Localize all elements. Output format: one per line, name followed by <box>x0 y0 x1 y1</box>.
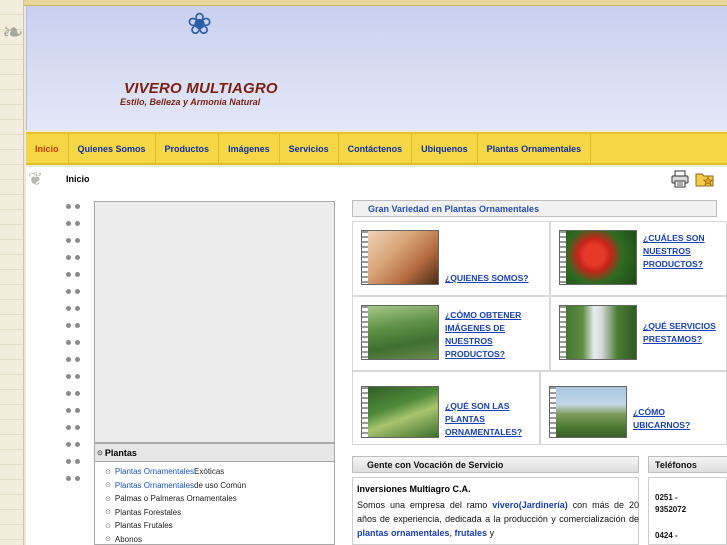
spiral-ring <box>66 356 86 364</box>
woman-photo[interactable] <box>361 230 439 285</box>
phone-panel: 0251 - 9352072 0424 - <box>648 477 727 545</box>
nav-servicios[interactable]: Servicios <box>280 134 339 163</box>
frutales-link[interactable]: frutales <box>455 528 488 538</box>
media-placeholder <box>94 201 335 443</box>
site-header: ❀ VIVERO MULTIAGRO Estilo, Belleza y Arm… <box>26 6 727 130</box>
phone-number-2a: 0424 - <box>655 531 678 540</box>
bullet-icon: ⊙ <box>105 482 111 490</box>
corner-ornament-icon: ❦ <box>28 169 44 190</box>
gente-heading: Gente con Vocación de Servicio <box>352 456 639 473</box>
print-icon[interactable] <box>671 170 689 188</box>
plantas-item[interactable]: ⊙ Plantas Ornamentales de uso Común <box>105 479 334 493</box>
imagenes-link[interactable]: ¿CÓMO OBTENER IMÁGENES DE NUESTROS PRODU… <box>445 309 545 361</box>
spiral-ring <box>66 407 86 415</box>
feature-cell[interactable]: ¿CÓMO OBTENER IMÁGENES DE NUESTROS PRODU… <box>352 296 550 371</box>
fumigation-photo[interactable] <box>559 305 637 360</box>
nav-imagenes[interactable]: Imágenes <box>219 134 280 163</box>
bullet-icon: ⊙ <box>105 468 111 476</box>
desc-text-part: Somos una empresa del ramo <box>357 500 493 510</box>
main-nav: Inicio Quienes Somos Productos Imágenes … <box>26 132 727 165</box>
company-name: Inversiones Multiagro C.A. <box>357 484 471 494</box>
nav-productos[interactable]: Productos <box>156 134 220 163</box>
feature-cell[interactable]: ¿QUIENES SOMOS? <box>352 221 550 296</box>
breadcrumb: Inicio <box>66 174 90 184</box>
main-content: ❦ Inicio ⊙ Plantas ⊙ Plantas Ornamentales… <box>26 167 727 545</box>
feature-cell[interactable]: ¿QUÉ SON LAS PLANTAS ORNAMENTALES? <box>352 371 540 445</box>
nursery-photo[interactable] <box>361 305 439 360</box>
plantas-ornamentales-text-link[interactable]: plantas ornamentales <box>357 528 450 538</box>
garden-photo[interactable] <box>361 386 439 438</box>
plantas-link[interactable]: Plantas Ornamentales <box>115 467 194 476</box>
spiral-ring <box>66 305 86 313</box>
bullet-icon: ⊙ <box>105 536 111 544</box>
servicios-link[interactable]: ¿QUÉ SERVICIOS PRESTAMOS? <box>643 320 723 346</box>
productos-link[interactable]: ¿CUÁLES SON NUESTROS PRODUCTOS? <box>643 232 723 271</box>
spiral-ring <box>66 441 86 449</box>
favorites-folder-icon[interactable] <box>695 170 715 188</box>
company-text: Somos una empresa del ramo vivero(Jardin… <box>357 498 639 540</box>
plantas-item[interactable]: ⊙ Palmas o Palmeras Ornamentales <box>105 492 334 506</box>
gran-variedad-heading: Gran Variedad en Plantas Ornamentales <box>352 200 717 217</box>
spiral-ring <box>66 322 86 330</box>
desc-text-part: y <box>487 528 495 538</box>
feature-cell[interactable]: ¿CUÁLES SON NUESTROS PRODUCTOS? <box>550 221 727 296</box>
vivero-link[interactable]: vivero(Jardinería) <box>492 500 568 510</box>
spiral-ring <box>66 237 86 245</box>
plantas-item-text: Plantas Frutales <box>114 521 173 531</box>
plantas-heading-label: Plantas <box>104 447 137 458</box>
spiral-ring <box>66 390 86 398</box>
phone-number-1b: 9352072 <box>655 505 687 514</box>
plantas-item[interactable]: ⊙ Abonos <box>105 533 334 545</box>
plantas-item-text: Exóticas <box>194 467 225 477</box>
spiral-ring <box>66 339 86 347</box>
nav-quienes-somos[interactable]: Quienes Somos <box>69 134 156 163</box>
feature-grid: ¿QUIENES SOMOS? ¿CUÁLES SON NUESTROS PRO… <box>352 221 727 445</box>
nav-plantas-ornamentales[interactable]: Plantas Ornamentales <box>478 134 592 163</box>
plantas-item-text: de uso Común <box>194 480 247 490</box>
geranium-photo[interactable] <box>559 230 637 285</box>
plantas-item-text: Palmas o Palmeras Ornamentales <box>114 494 237 504</box>
location-photo[interactable] <box>549 386 627 438</box>
flower-logo-icon: ❀ <box>187 7 213 42</box>
bullet-icon: ⊙ <box>105 509 111 517</box>
bullet-icon: ⊙ <box>105 522 111 530</box>
telefonos-heading: Teléfonos <box>648 456 727 473</box>
plantas-link[interactable]: Plantas Ornamentales <box>115 481 194 490</box>
spiral-ring <box>66 424 86 432</box>
swirl-ornament-icon: ❧ <box>2 18 24 48</box>
spiral-ring <box>66 254 86 262</box>
plantas-ornamentales-link[interactable]: ¿QUÉ SON LAS PLANTAS ORNAMENTALES? <box>445 400 537 439</box>
spiral-ring <box>66 458 86 466</box>
nav-contactenos[interactable]: Contáctenos <box>339 134 413 163</box>
ubicarnos-link[interactable]: ¿CÓMO UBICARNOS? <box>633 406 723 432</box>
nav-ubiquenos[interactable]: Ubiquenos <box>412 134 478 163</box>
plantas-item[interactable]: ⊙ Plantas Forestales <box>105 506 334 520</box>
company-description: Inversiones Multiagro C.A. Somos una emp… <box>352 477 639 545</box>
spiral-ring <box>66 271 86 279</box>
bullet-icon: ⊙ <box>97 449 103 457</box>
spiral-ring <box>66 203 86 211</box>
plantas-item[interactable]: ⊙ Plantas Frutales <box>105 519 334 533</box>
spiral-ring <box>66 288 86 296</box>
spiral-ring <box>66 475 86 483</box>
site-title: VIVERO MULTIAGRO <box>124 80 278 97</box>
quienes-somos-link[interactable]: ¿QUIENES SOMOS? <box>445 272 545 285</box>
spiral-ring <box>66 373 86 381</box>
left-decorative-strip: ❧ <box>0 0 24 545</box>
spiral-binding <box>64 203 88 545</box>
plantas-item-text: Abonos <box>114 534 143 544</box>
feature-cell[interactable]: ¿QUÉ SERVICIOS PRESTAMOS? <box>550 296 727 371</box>
plantas-item[interactable]: ⊙ Plantas Ornamentales Exóticas <box>105 465 334 479</box>
plantas-panel: ⊙ Plantas ⊙ Plantas Ornamentales Exóticas… <box>94 443 335 545</box>
plantas-item-text: Plantas Forestales <box>114 507 182 517</box>
plantas-heading: ⊙ Plantas <box>95 444 334 462</box>
phone-number-1a: 0251 - <box>655 493 678 502</box>
site-subtitle: Estilo, Belleza y Armonía Natural <box>120 97 261 107</box>
spiral-ring <box>66 220 86 228</box>
bullet-icon: ⊙ <box>105 495 111 503</box>
plantas-list: ⊙ Plantas Ornamentales Exóticas ⊙ Plantas … <box>95 462 334 545</box>
feature-cell[interactable]: ¿CÓMO UBICARNOS? <box>540 371 727 445</box>
nav-inicio[interactable]: Inicio <box>26 134 69 163</box>
